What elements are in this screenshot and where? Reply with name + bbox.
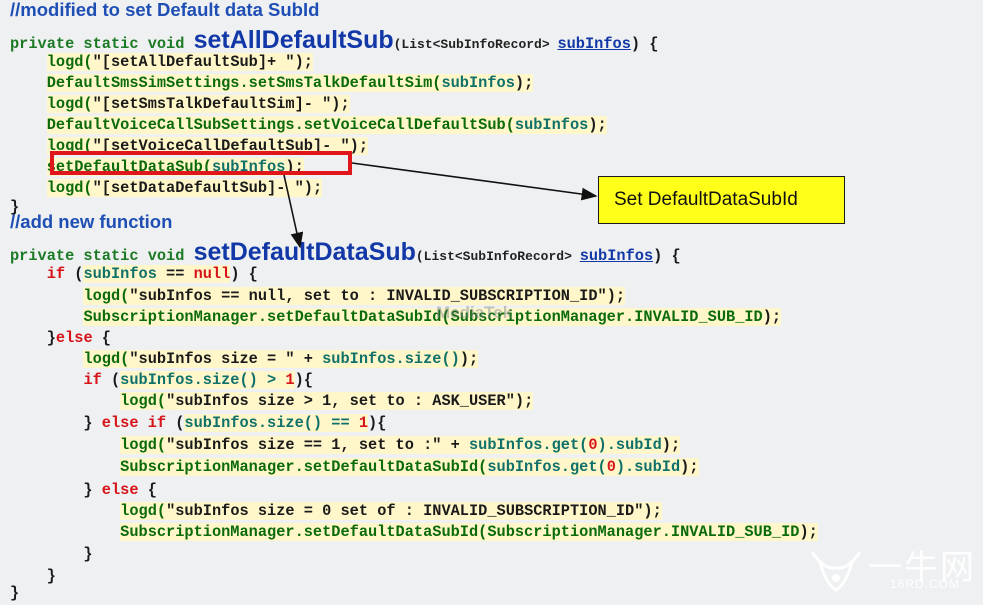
site-logo: 一牛网 16RD.COM <box>806 540 982 596</box>
watermark-text: MediaTek <box>436 303 513 322</box>
logo-sub-text: 16RD.COM <box>890 577 961 591</box>
arrow-to-function <box>283 174 304 249</box>
bull-logo-icon <box>810 551 862 592</box>
annotation-arrows <box>283 162 598 249</box>
callout-label: Set DefaultDataSubId <box>614 189 798 210</box>
callout-box: Set DefaultDataSubId <box>598 176 845 224</box>
arrow-to-callout <box>351 162 598 201</box>
